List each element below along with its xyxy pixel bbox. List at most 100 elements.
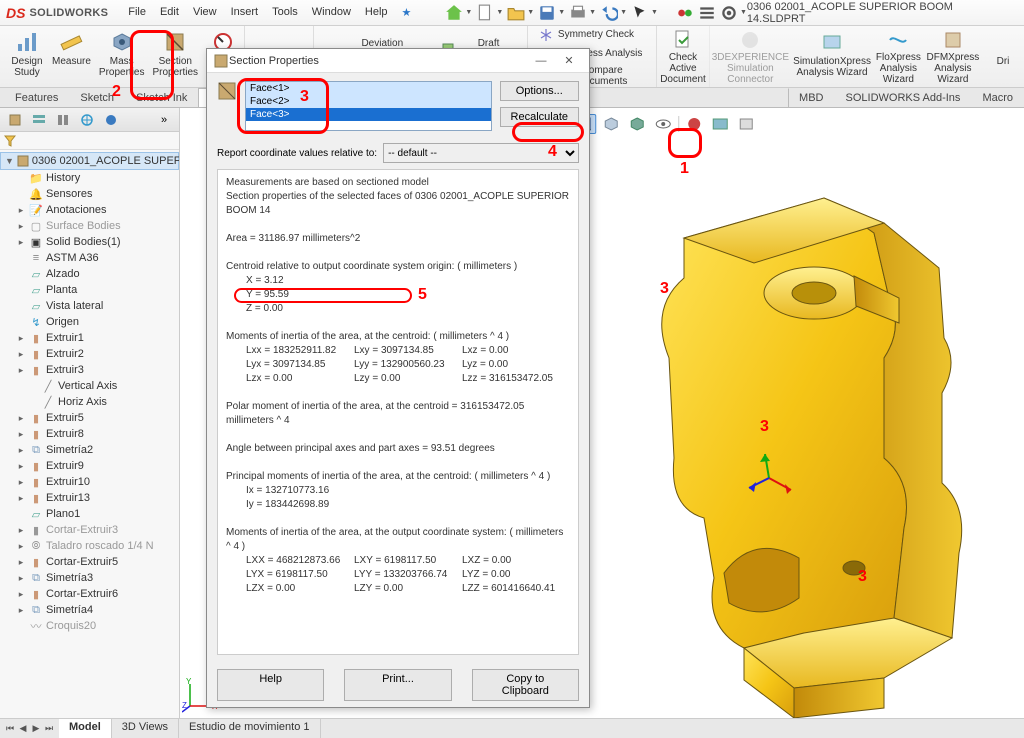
- menu-insert[interactable]: Insert: [225, 4, 265, 21]
- tree-item[interactable]: ╱Horiz Axis: [0, 394, 179, 410]
- tree-item[interactable]: 📁History: [0, 170, 179, 186]
- floxpress-button[interactable]: FloXpressAnalysisWizard: [873, 26, 924, 87]
- tab-model[interactable]: Model: [59, 719, 112, 738]
- feature-tree-tab-icon[interactable]: [4, 111, 26, 129]
- tree-item[interactable]: ↯Origen: [0, 314, 179, 330]
- copy-clipboard-button[interactable]: Copy to Clipboard: [472, 669, 579, 701]
- menu-file[interactable]: File: [122, 4, 152, 21]
- options-list-icon[interactable]: [698, 4, 716, 22]
- tree-item[interactable]: ▸▮Extruir2: [0, 346, 179, 362]
- tab-3dviews[interactable]: 3D Views: [112, 719, 179, 738]
- tree-item[interactable]: ▸▮Extruir13: [0, 490, 179, 506]
- tab-features[interactable]: Features: [4, 88, 69, 107]
- menu-tools[interactable]: Tools: [266, 4, 304, 21]
- close-button[interactable]: ✕: [555, 52, 583, 70]
- tab-motion-study[interactable]: Estudio de movimiento 1: [179, 719, 320, 738]
- help-button[interactable]: Help: [217, 669, 324, 701]
- tree-item[interactable]: ╱Vertical Axis: [0, 378, 179, 394]
- tab-macro[interactable]: Macro: [971, 88, 1024, 107]
- dialog-titlebar[interactable]: Section Properties — ✕: [207, 49, 589, 73]
- tree-item[interactable]: ▱Planta: [0, 282, 179, 298]
- dfmxpress-button[interactable]: DFMXpressAnalysisWizard: [924, 26, 982, 87]
- check-active-document-button[interactable]: CheckActiveDocument: [656, 26, 708, 87]
- tree-item[interactable]: ▸⧉Simetría4: [0, 602, 179, 618]
- tree-item[interactable]: ▸📝Anotaciones: [0, 202, 179, 218]
- relative-to-label: Report coordinate values relative to:: [217, 148, 377, 159]
- tree-item[interactable]: ▸▮Cortar-Extruir6: [0, 586, 179, 602]
- tree-item[interactable]: ▱Alzado: [0, 266, 179, 282]
- tree-item[interactable]: ▸▮Extruir9: [0, 458, 179, 474]
- tab-sketch[interactable]: Sketch: [69, 88, 125, 107]
- symmetry-check-button[interactable]: Symmetry Check: [534, 26, 650, 44]
- view-settings-icon[interactable]: [735, 114, 757, 134]
- tree-item[interactable]: ▱Plano1: [0, 506, 179, 522]
- undo-icon[interactable]: [600, 4, 618, 22]
- recalculate-button[interactable]: Recalculate: [500, 107, 579, 127]
- tab-mbd[interactable]: MBD: [788, 88, 834, 107]
- tree-item[interactable]: ▸▮Extruir1: [0, 330, 179, 346]
- new-icon[interactable]: [476, 4, 494, 22]
- edit-appearance-icon[interactable]: [683, 114, 705, 134]
- tree-item[interactable]: ▸▮Extruir5: [0, 410, 179, 426]
- tree-item[interactable]: ▸⦾Taladro roscado 1/4 N: [0, 538, 179, 554]
- print-icon[interactable]: [569, 4, 587, 22]
- tree-item[interactable]: ▸▢Surface Bodies: [0, 218, 179, 234]
- tree-item[interactable]: ▸▮Extruir8: [0, 426, 179, 442]
- apply-scene-icon[interactable]: [709, 114, 731, 134]
- list-item[interactable]: Face<1>: [246, 82, 491, 95]
- tree-item[interactable]: ▸▮Extruir10: [0, 474, 179, 490]
- menu-star-icon[interactable]: ★: [396, 4, 418, 21]
- display-style-icon[interactable]: [626, 114, 648, 134]
- tree-item[interactable]: ▸⧉Simetría3: [0, 570, 179, 586]
- panel-more-icon[interactable]: »: [153, 111, 175, 129]
- tree-root[interactable]: ▼0306 02001_ACOPLE SUPEF: [0, 152, 179, 170]
- open-icon[interactable]: [507, 4, 525, 22]
- display-manager-tab-icon[interactable]: [100, 111, 122, 129]
- tree-item[interactable]: ▸▮Extruir3: [0, 362, 179, 378]
- tree-item[interactable]: ▸▮Cortar-Extruir3: [0, 522, 179, 538]
- face-selection-list[interactable]: Face<1> Face<2> Face<3>: [245, 81, 492, 131]
- save-icon[interactable]: [538, 4, 556, 22]
- hide-show-icon[interactable]: [652, 114, 674, 134]
- menu-help[interactable]: Help: [359, 4, 394, 21]
- configuration-manager-tab-icon[interactable]: [52, 111, 74, 129]
- home-icon[interactable]: [445, 4, 463, 22]
- document-title: 0306 02001_ACOPLE SUPERIOR BOOM 14.SLDPR…: [747, 1, 1010, 25]
- measure-button[interactable]: Measure: [48, 26, 95, 87]
- rebuild-icon[interactable]: [676, 4, 694, 22]
- tree-filter[interactable]: [0, 132, 179, 150]
- design-study-button[interactable]: DesignStudy: [6, 26, 48, 87]
- 3d-model[interactable]: [554, 178, 1014, 738]
- dimxpert-tab-icon[interactable]: [76, 111, 98, 129]
- tree-item[interactable]: 🔔Sensores: [0, 186, 179, 202]
- list-item[interactable]: Face<3>: [246, 108, 491, 121]
- property-manager-tab-icon[interactable]: [28, 111, 50, 129]
- menu-window[interactable]: Window: [306, 4, 357, 21]
- tab-addins[interactable]: SOLIDWORKS Add-Ins: [835, 88, 972, 107]
- print-button[interactable]: Print...: [344, 669, 451, 701]
- menu-view[interactable]: View: [187, 4, 223, 21]
- tree-item[interactable]: ▱Vista lateral: [0, 298, 179, 314]
- list-item[interactable]: Face<2>: [246, 95, 491, 108]
- minimize-button[interactable]: —: [527, 52, 555, 70]
- mass-properties-button[interactable]: MassProperties: [95, 26, 149, 87]
- tree-item[interactable]: ▸▣Solid Bodies(1): [0, 234, 179, 250]
- dri-button[interactable]: Dri: [982, 26, 1024, 87]
- 3dexperience-button[interactable]: 3DEXPERIENCESimulationConnector: [709, 26, 791, 87]
- tree-item[interactable]: ≡ASTM A36: [0, 250, 179, 266]
- section-properties-button[interactable]: SectionProperties: [148, 26, 202, 87]
- simulationxpress-button[interactable]: SimulationXpressAnalysis Wizard: [791, 26, 873, 87]
- tree-item[interactable]: ▸⧉Simetría2: [0, 442, 179, 458]
- coordinate-system-select[interactable]: -- default --: [383, 143, 579, 163]
- tab-sketchink[interactable]: Sketch Ink: [125, 88, 198, 107]
- solidworks-s-icon: DS: [6, 5, 25, 21]
- view-orientation-icon[interactable]: [600, 114, 622, 134]
- select-icon[interactable]: [631, 4, 649, 22]
- tree-item[interactable]: 〰Croquis20: [0, 618, 179, 634]
- menu-edit[interactable]: Edit: [154, 4, 185, 21]
- results-text[interactable]: Measurements are based on sectioned mode…: [217, 169, 579, 655]
- tree-item[interactable]: ▸▮Cortar-Extruir5: [0, 554, 179, 570]
- settings-gear-icon[interactable]: [720, 4, 738, 22]
- options-button[interactable]: Options...: [500, 81, 579, 101]
- tab-navigation[interactable]: ⏮◀▶⏭: [0, 719, 59, 738]
